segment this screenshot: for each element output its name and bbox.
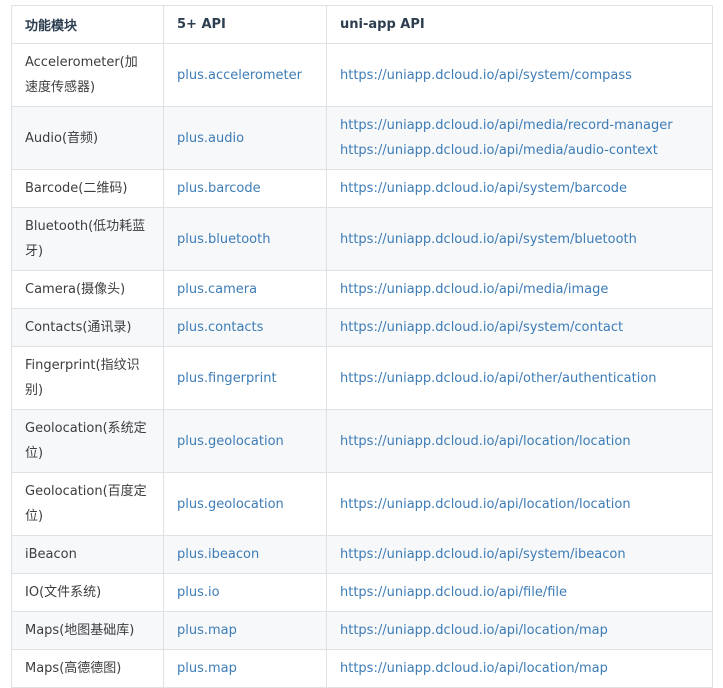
- cell-plus-api: plus.geolocation: [163, 409, 327, 473]
- cell-uni-api: https://uniapp.dcloud.io/api/system/barc…: [326, 169, 713, 208]
- cell-plus-api: plus.bluetooth: [163, 207, 327, 271]
- uni-api-link[interactable]: https://uniapp.dcloud.io/api/location/lo…: [340, 429, 699, 454]
- cell-uni-api: https://uniapp.dcloud.io/api/system/comp…: [326, 43, 713, 107]
- uni-api-link[interactable]: https://uniapp.dcloud.io/api/system/ibea…: [340, 542, 699, 567]
- cell-module: Camera(摄像头): [11, 270, 164, 309]
- table-row: Barcode(二维码) plus.barcode https://uniapp.d…: [11, 169, 713, 208]
- table-row: Geolocation(百度定位) plus.geolocation https:/…: [11, 472, 713, 536]
- uni-api-link[interactable]: https://uniapp.dcloud.io/api/location/ma…: [340, 618, 699, 643]
- table-row: IO(文件系统) plus.io https://uniapp.dcloud.io/…: [11, 573, 713, 612]
- table-body: Accelerometer(加速度传感器) plus.accelerometer h…: [11, 43, 713, 688]
- uni-api-link[interactable]: https://uniapp.dcloud.io/api/location/lo…: [340, 492, 699, 517]
- cell-module: Accelerometer(加速度传感器): [11, 43, 164, 107]
- module-name: Maps(高德德图): [25, 661, 122, 676]
- uni-api-link[interactable]: https://uniapp.dcloud.io/api/system/barc…: [340, 176, 699, 201]
- module-name: Audio(音频): [25, 130, 99, 146]
- cell-uni-api: https://uniapp.dcloud.io/api/other/authe…: [326, 346, 713, 410]
- module-name: Maps(地图基础库): [25, 623, 135, 638]
- plus-api-link[interactable]: plus.geolocation: [177, 429, 313, 454]
- cell-uni-api: https://uniapp.dcloud.io/api/location/lo…: [326, 472, 713, 536]
- cell-plus-api: plus.fingerprint: [163, 346, 327, 410]
- table-row: iBeacon plus.ibeacon https://uniapp.dcloud…: [11, 535, 713, 574]
- plus-api-link[interactable]: plus.map: [177, 618, 313, 643]
- plus-api-link[interactable]: plus.fingerprint: [177, 366, 313, 391]
- table-row: Accelerometer(加速度传感器) plus.accelerometer h…: [11, 43, 713, 107]
- plus-api-link[interactable]: plus.ibeacon: [177, 542, 313, 567]
- module-name: Barcode(二维码): [25, 181, 128, 196]
- table-row: Audio(音频) plus.audio https://uniapp.dcloud…: [11, 106, 713, 170]
- plus-api-link[interactable]: plus.bluetooth: [177, 227, 313, 252]
- cell-module: Geolocation(百度定位): [11, 472, 164, 536]
- plus-api-link[interactable]: plus.accelerometer: [177, 63, 313, 88]
- uni-api-link[interactable]: https://uniapp.dcloud.io/api/file/file: [340, 580, 699, 605]
- plus-api-link[interactable]: plus.io: [177, 580, 313, 605]
- table-row: Contacts(通讯录) plus.contacts https://uniapp…: [11, 308, 713, 347]
- plus-api-link[interactable]: plus.geolocation: [177, 492, 313, 517]
- uni-api-link[interactable]: https://uniapp.dcloud.io/api/system/cont…: [340, 315, 699, 340]
- module-name: IO(文件系统): [25, 585, 102, 600]
- table-row: Camera(摄像头) plus.camera https://uniapp.dcl…: [11, 270, 713, 309]
- plus-api-link[interactable]: plus.barcode: [177, 176, 313, 201]
- cell-module: Audio(音频): [11, 106, 164, 170]
- cell-plus-api: plus.map: [163, 649, 327, 688]
- table-row: Geolocation(系统定位) plus.geolocation https:/…: [11, 409, 713, 473]
- cell-uni-api: https://uniapp.dcloud.io/api/location/ma…: [326, 649, 713, 688]
- cell-plus-api: plus.accelerometer: [163, 43, 327, 107]
- cell-uni-api: https://uniapp.dcloud.io/api/location/ma…: [326, 611, 713, 650]
- cell-uni-api: https://uniapp.dcloud.io/api/location/lo…: [326, 409, 713, 473]
- module-name: Bluetooth(低功耗蓝牙): [25, 219, 146, 259]
- cell-module: Geolocation(系统定位): [11, 409, 164, 473]
- table-row: Maps(地图基础库) plus.map https://uniapp.dcloud…: [11, 611, 713, 650]
- header-plus-api: 5+ API: [163, 5, 327, 44]
- cell-plus-api: plus.camera: [163, 270, 327, 309]
- table-row: Maps(高德德图) plus.map https://uniapp.dcloud.…: [11, 649, 713, 688]
- module-name: Camera(摄像头): [25, 282, 126, 297]
- uni-api-link[interactable]: https://uniapp.dcloud.io/api/media/image: [340, 277, 699, 302]
- cell-plus-api: plus.audio: [163, 106, 327, 170]
- cell-module: Bluetooth(低功耗蓝牙): [11, 207, 164, 271]
- header-uni-api: uni-app API: [326, 5, 713, 44]
- table-row: Bluetooth(低功耗蓝牙) plus.bluetooth https://un…: [11, 207, 713, 271]
- plus-api-link[interactable]: plus.contacts: [177, 315, 313, 340]
- cell-module: Maps(高德德图): [11, 649, 164, 688]
- uni-api-link[interactable]: https://uniapp.dcloud.io/api/media/recor…: [340, 113, 699, 138]
- cell-uni-api: https://uniapp.dcloud.io/api/system/blue…: [326, 207, 713, 271]
- cell-module: Barcode(二维码): [11, 169, 164, 208]
- module-name: Geolocation(百度定位): [25, 484, 147, 524]
- module-name: Fingerprint(指纹识别): [25, 358, 140, 398]
- uni-api-link[interactable]: https://uniapp.dcloud.io/api/location/ma…: [340, 656, 699, 681]
- cell-plus-api: plus.ibeacon: [163, 535, 327, 574]
- module-name: Accelerometer(加速度传感器): [25, 55, 138, 95]
- module-name: Contacts(通讯录): [25, 320, 132, 335]
- cell-module: iBeacon: [11, 535, 164, 574]
- plus-api-link[interactable]: plus.audio: [177, 126, 313, 151]
- table-row: Fingerprint(指纹识别) plus.fingerprint https:/…: [11, 346, 713, 410]
- cell-plus-api: plus.io: [163, 573, 327, 612]
- cell-uni-api: https://uniapp.dcloud.io/api/system/ibea…: [326, 535, 713, 574]
- header-module: 功能模块: [11, 5, 164, 44]
- cell-plus-api: plus.geolocation: [163, 472, 327, 536]
- uni-api-link[interactable]: https://uniapp.dcloud.io/api/system/comp…: [340, 63, 699, 88]
- module-name: Geolocation(系统定位): [25, 421, 147, 461]
- cell-uni-api: https://uniapp.dcloud.io/api/file/file: [326, 573, 713, 612]
- uni-api-link[interactable]: https://uniapp.dcloud.io/api/system/blue…: [340, 227, 699, 252]
- plus-api-link[interactable]: plus.camera: [177, 277, 313, 302]
- cell-module: Contacts(通讯录): [11, 308, 164, 347]
- uni-api-link[interactable]: https://uniapp.dcloud.io/api/media/audio…: [340, 138, 699, 163]
- cell-uni-api: https://uniapp.dcloud.io/api/media/recor…: [326, 106, 713, 170]
- cell-plus-api: plus.contacts: [163, 308, 327, 347]
- cell-uni-api: https://uniapp.dcloud.io/api/media/image: [326, 270, 713, 309]
- cell-uni-api: https://uniapp.dcloud.io/api/system/cont…: [326, 308, 713, 347]
- cell-module: Maps(地图基础库): [11, 611, 164, 650]
- api-mapping-table: 功能模块 5+ API uni-app API Accelerometer(加速…: [11, 5, 713, 688]
- plus-api-link[interactable]: plus.map: [177, 656, 313, 681]
- cell-plus-api: plus.barcode: [163, 169, 327, 208]
- cell-module: Fingerprint(指纹识别): [11, 346, 164, 410]
- uni-api-link[interactable]: https://uniapp.dcloud.io/api/other/authe…: [340, 366, 699, 391]
- module-name: iBeacon: [25, 547, 77, 562]
- cell-module: IO(文件系统): [11, 573, 164, 612]
- cell-plus-api: plus.map: [163, 611, 327, 650]
- table-header-row: 功能模块 5+ API uni-app API: [11, 5, 713, 44]
